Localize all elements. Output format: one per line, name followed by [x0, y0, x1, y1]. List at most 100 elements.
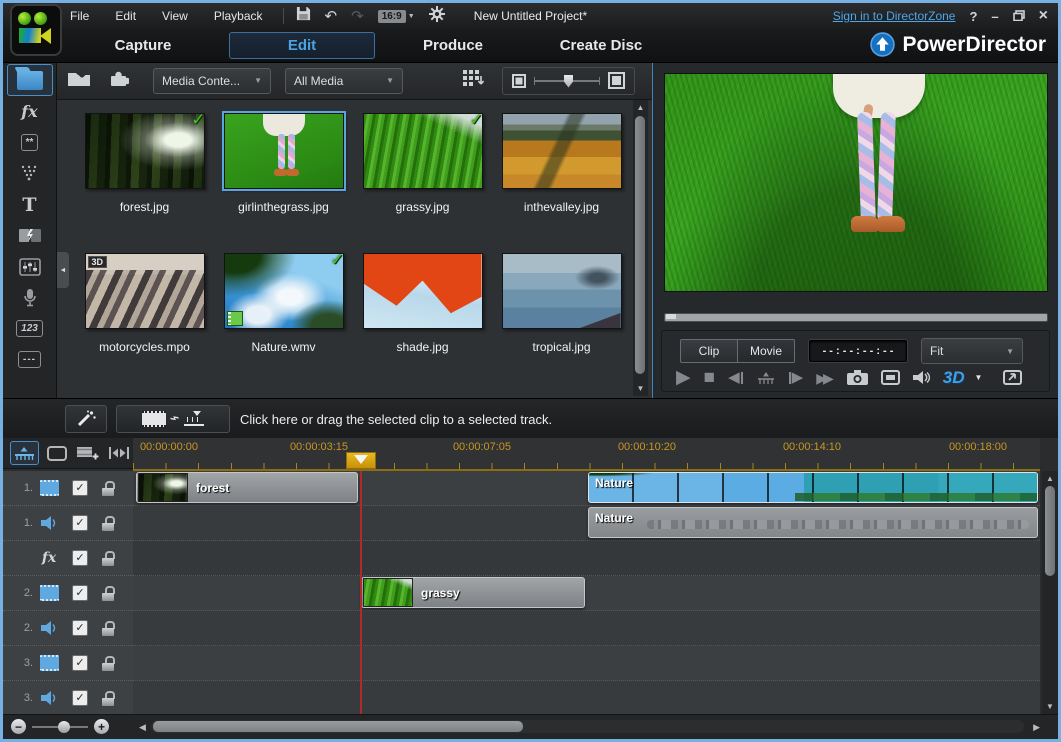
timeline-view-button[interactable] [10, 441, 39, 465]
thumbnail-nature[interactable]: ✓ [224, 253, 344, 329]
magic-wand-button[interactable] [65, 405, 107, 433]
menu-edit[interactable]: Edit [115, 9, 136, 23]
tab-capture[interactable]: Capture [63, 37, 223, 54]
track-video-1[interactable]: forest Nature [133, 471, 1040, 506]
playhead-marker[interactable] [346, 452, 376, 469]
library-item-tropical[interactable]: tropical.jpg [492, 247, 631, 385]
scroll-left-icon[interactable]: ◀ [139, 722, 146, 733]
range-select-button[interactable] [105, 442, 132, 464]
seek-marker-button[interactable] [757, 371, 775, 385]
tab-create-disc[interactable]: Create Disc [531, 37, 671, 54]
timecode-display[interactable]: - - : - - : - - : - - [809, 340, 907, 362]
track-lock-icon[interactable] [102, 516, 115, 531]
content-type-dropdown[interactable]: Media Conte... ▼ [153, 68, 271, 94]
track-header-video-3[interactable]: 3. ✓ [3, 646, 133, 681]
minimize-button[interactable]: – [991, 10, 998, 23]
track-enable-checkbox[interactable]: ✓ [72, 480, 88, 496]
track-enable-checkbox[interactable]: ✓ [72, 655, 88, 671]
zoom-in-icon[interactable]: + [94, 719, 109, 734]
track-fx[interactable] [133, 541, 1040, 576]
thumbnail-girlinthegrass-selected[interactable] [224, 113, 344, 189]
track-header-video-1[interactable]: 1. ✓ [3, 471, 133, 506]
track-enable-checkbox[interactable]: ✓ [72, 515, 88, 531]
insert-hint-text[interactable]: Click here or drag the selected clip to … [240, 412, 552, 427]
timeline-hscrollbar[interactable] [151, 720, 1024, 733]
track-audio-3[interactable] [133, 681, 1040, 716]
plugin-puzzle-icon[interactable] [109, 69, 129, 93]
library-item-shade[interactable]: shade.jpg [353, 247, 492, 385]
seek-thumb[interactable] [666, 314, 676, 319]
clip-mode-button[interactable]: Clip [680, 339, 738, 363]
media-filter-dropdown[interactable]: All Media ▼ [285, 68, 403, 94]
timeline-ruler[interactable]: 00:00:00:00 00:00:03:15 00:00:07:05 00:0… [133, 438, 1040, 471]
track-header-audio-2[interactable]: 2. ✓ [3, 611, 133, 646]
clip-grassy[interactable]: grassy [361, 577, 585, 608]
menu-file[interactable]: File [70, 9, 89, 23]
zoom-fit-dropdown[interactable]: Fit ▼ [921, 338, 1023, 364]
scroll-up-icon[interactable]: ▲ [633, 103, 648, 112]
scroll-down-icon[interactable]: ▼ [1042, 702, 1058, 711]
menu-view[interactable]: View [162, 9, 188, 23]
library-scrollbar[interactable]: ▲ ▼ [633, 100, 648, 396]
track-lock-icon[interactable] [102, 621, 115, 636]
timeline-vscrollbar[interactable]: ▲ ▼ [1042, 471, 1058, 714]
help-button[interactable]: ? [969, 10, 977, 23]
thumbnail-zoom-slider[interactable] [534, 80, 600, 82]
restore-button[interactable] [1013, 10, 1025, 23]
playhead-line[interactable] [360, 471, 362, 714]
track-audio-1[interactable]: Nature [133, 506, 1040, 541]
thumbnail-tropical[interactable] [502, 253, 622, 329]
sidebar-item-subtitle-room[interactable]: --- [8, 344, 52, 375]
play-button[interactable]: ▶ [676, 368, 691, 387]
library-scrollbar-thumb[interactable] [635, 116, 645, 374]
clip-forest[interactable]: forest [136, 472, 358, 503]
thumbnail-inthevalley[interactable] [502, 113, 622, 189]
clip-nature-video[interactable]: Nature [588, 472, 1038, 503]
track-enable-checkbox[interactable]: ✓ [72, 550, 88, 566]
close-button[interactable]: × [1039, 8, 1048, 24]
preview-seek-bar[interactable] [664, 313, 1048, 322]
sidebar-item-voiceover-room[interactable] [8, 282, 52, 313]
signin-directorzone-link[interactable]: Sign in to DirectorZone [833, 9, 956, 23]
track-audio-2[interactable] [133, 611, 1040, 646]
zoom-in-thumbnails-icon[interactable] [608, 72, 625, 89]
library-item-girlinthegrass[interactable]: girlinthegrass.jpg [214, 107, 353, 245]
menu-playback[interactable]: Playback [214, 9, 263, 23]
scroll-up-icon[interactable]: ▲ [1042, 474, 1058, 483]
timeline-zoom-slider[interactable] [32, 726, 88, 728]
sidebar-item-chapter-room[interactable]: 123 [8, 313, 52, 344]
thumbnail-forest[interactable]: ✓ [85, 113, 205, 189]
sidebar-item-title-room[interactable]: T [8, 189, 52, 220]
timeline-zoom-thumb[interactable] [58, 721, 70, 733]
previous-frame-button[interactable]: ◀ [728, 370, 744, 385]
sort-view-icon[interactable] [463, 70, 484, 92]
add-track-button[interactable] [74, 442, 101, 464]
library-collapse-handle[interactable]: ◄ [57, 252, 69, 288]
library-item-inthevalley[interactable]: inthevalley.jpg [492, 107, 631, 245]
sidebar-item-effect-room[interactable]: fx [8, 96, 52, 127]
track-video-3[interactable] [133, 646, 1040, 681]
save-icon[interactable] [296, 6, 311, 26]
aspect-ratio-dropdown[interactable]: 16:9 ▼ [378, 10, 415, 23]
sidebar-item-pip-objects-room[interactable]: ** [8, 127, 52, 158]
volume-speaker-icon[interactable] [913, 370, 930, 385]
track-enable-checkbox[interactable]: ✓ [72, 585, 88, 601]
sidebar-item-transition-room[interactable] [8, 220, 52, 251]
library-item-nature[interactable]: ✓ Nature.wmv [214, 247, 353, 385]
stop-button[interactable]: ■ [704, 368, 715, 387]
import-media-icon[interactable] [67, 69, 91, 92]
3d-mode-button[interactable]: 3D ▼ [943, 369, 983, 386]
track-video-2[interactable]: grassy [133, 576, 1040, 611]
thumbnail-motorcycles[interactable]: 3D [85, 253, 205, 329]
sidebar-item-audio-mixing-room[interactable] [8, 251, 52, 282]
track-lock-icon[interactable] [102, 481, 115, 496]
track-enable-checkbox[interactable]: ✓ [72, 690, 88, 706]
sidebar-item-media-room[interactable] [7, 64, 53, 96]
timeline-vscrollbar-thumb[interactable] [1045, 486, 1055, 576]
track-header-audio-3[interactable]: 3. ✓ [3, 681, 133, 716]
snapshot-camera-icon[interactable] [847, 370, 868, 385]
preview-quality-icon[interactable] [881, 370, 900, 385]
next-frame-button[interactable]: ▶ [788, 370, 804, 385]
tab-edit[interactable]: Edit [229, 32, 375, 59]
scroll-down-icon[interactable]: ▼ [633, 384, 648, 393]
